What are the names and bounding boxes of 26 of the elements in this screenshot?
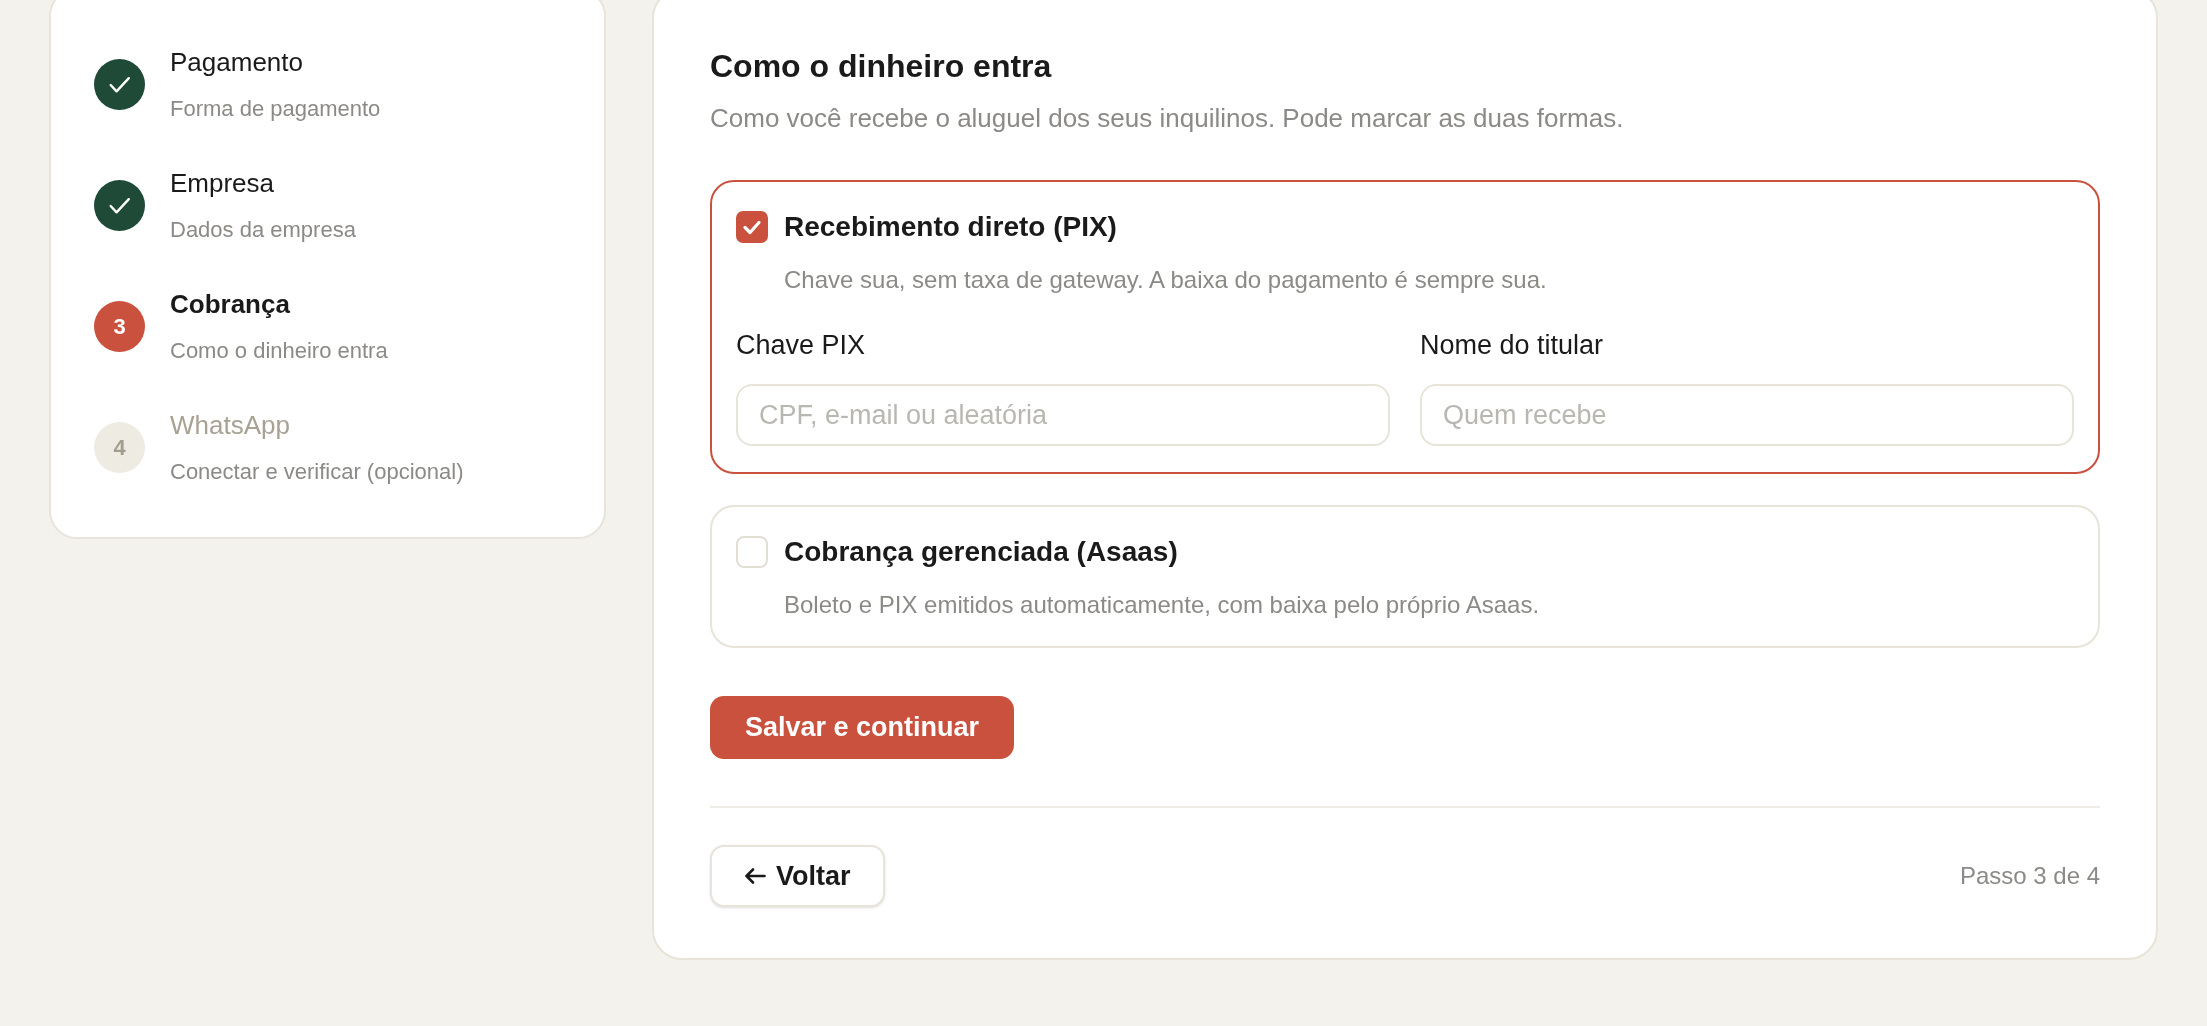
field-label: Nome do titular bbox=[1420, 329, 1604, 362]
text-input[interactable]: CPF, e-mail ou aleatória bbox=[736, 384, 1390, 446]
step-subtitle: Conectar e verificar (opcional) bbox=[170, 458, 464, 486]
step-subtitle: Como o dinheiro entra bbox=[170, 337, 388, 365]
option-title: Recebimento direto (PIX) bbox=[784, 211, 1117, 243]
step-counter: Passo 3 de 4 bbox=[1959, 861, 2100, 891]
checkbox[interactable] bbox=[736, 211, 768, 243]
back-button[interactable]: Voltar bbox=[710, 845, 885, 907]
text-input[interactable]: Quem recebe bbox=[1420, 384, 2074, 446]
step-title: WhatsApp bbox=[170, 409, 291, 442]
step-title: Pagamento bbox=[170, 46, 304, 79]
field-label: Chave PIX bbox=[736, 329, 866, 362]
step-number-badge: 4 bbox=[94, 421, 145, 473]
section-title: Como o dinheiro entra bbox=[710, 47, 1053, 86]
section-description: Como você recebe o aluguel dos seus inquilinos. Pode marcar as duas formas. bbox=[710, 102, 1625, 135]
option-description: Boleto e PIX emitidos automaticamente, com baixa pelo próprio Asaas. bbox=[784, 590, 1541, 620]
step-title: Cobrança bbox=[170, 288, 291, 321]
option-title: Cobrança gerenciada (Asaas) bbox=[784, 536, 1178, 568]
arrow-left-icon bbox=[744, 867, 766, 885]
step-title: Empresa bbox=[170, 167, 276, 200]
step-subtitle: Dados da empresa bbox=[170, 216, 356, 244]
step-number-badge: 3 bbox=[94, 300, 145, 352]
option-description: Chave sua, sem taxa de gateway. A baixa do pagamento é sempre sua. bbox=[784, 265, 1548, 295]
save-continue-button[interactable]: Salvar e continuar bbox=[710, 696, 1015, 759]
checkbox[interactable] bbox=[736, 536, 768, 568]
step-subtitle: Forma de pagamento bbox=[170, 95, 381, 123]
